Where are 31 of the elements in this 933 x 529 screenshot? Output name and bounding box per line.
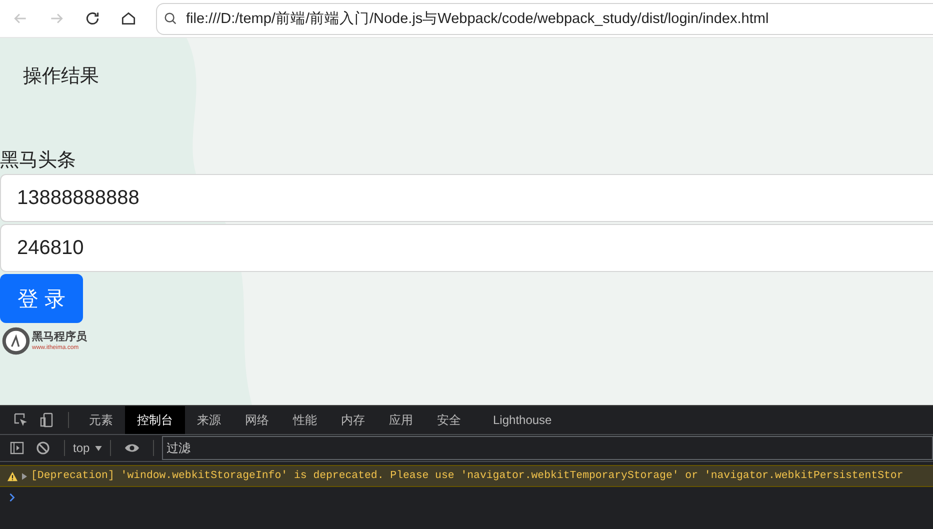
device-icon[interactable]	[39, 412, 55, 428]
devtools-tab[interactable]: Lighthouse	[481, 406, 564, 434]
home-icon[interactable]	[120, 10, 137, 27]
result-heading: 操作结果	[22, 65, 100, 89]
console-message: [Deprecation] 'window.webkitStorageInfo' is deprecated. Please use 'navigator.webkitTemporaryStorage' or 'navigator.webkitPersistentStor	[0, 465, 933, 487]
devtools-tab[interactable]: 元素	[77, 406, 125, 434]
page-title: 黑马头条	[0, 149, 77, 173]
context-dropdown[interactable]: top	[73, 441, 102, 455]
address-bar[interactable]: file:///D:/temp/前端/前端入门/Node.js与Webpack/code/webpack_study/dist/login/index.html	[156, 2, 933, 34]
input-field[interactable]: 246810	[0, 224, 933, 272]
logo-icon	[2, 327, 30, 355]
input-field[interactable]: 13888888888	[0, 174, 933, 222]
search-icon	[163, 11, 178, 26]
expand-icon[interactable]	[22, 472, 27, 480]
inspect-icon[interactable]	[13, 412, 29, 428]
warning-icon	[7, 470, 18, 482]
caret-icon	[94, 446, 102, 450]
devtools-tab[interactable]: 网络	[233, 406, 281, 434]
prompt-icon	[9, 493, 15, 502]
login-button[interactable]: 登 录	[0, 274, 83, 323]
devtools-tab[interactable]: 性能	[281, 406, 329, 434]
devtools-tab[interactable]: 内存	[329, 406, 377, 434]
sidebar-toggle-icon[interactable]	[9, 440, 25, 456]
devtools-tab[interactable]: 控制台	[125, 406, 185, 434]
devtools-tab[interactable]: 来源	[185, 406, 233, 434]
filter-field[interactable]: 过滤	[162, 436, 933, 460]
logo-name: 黑马程序员	[32, 332, 87, 342]
devtools-tab[interactable]: 安全	[425, 406, 473, 434]
clear-icon[interactable]	[35, 440, 51, 456]
devtools-tab[interactable]: 应用	[377, 406, 425, 434]
reload-icon[interactable]	[84, 10, 101, 27]
